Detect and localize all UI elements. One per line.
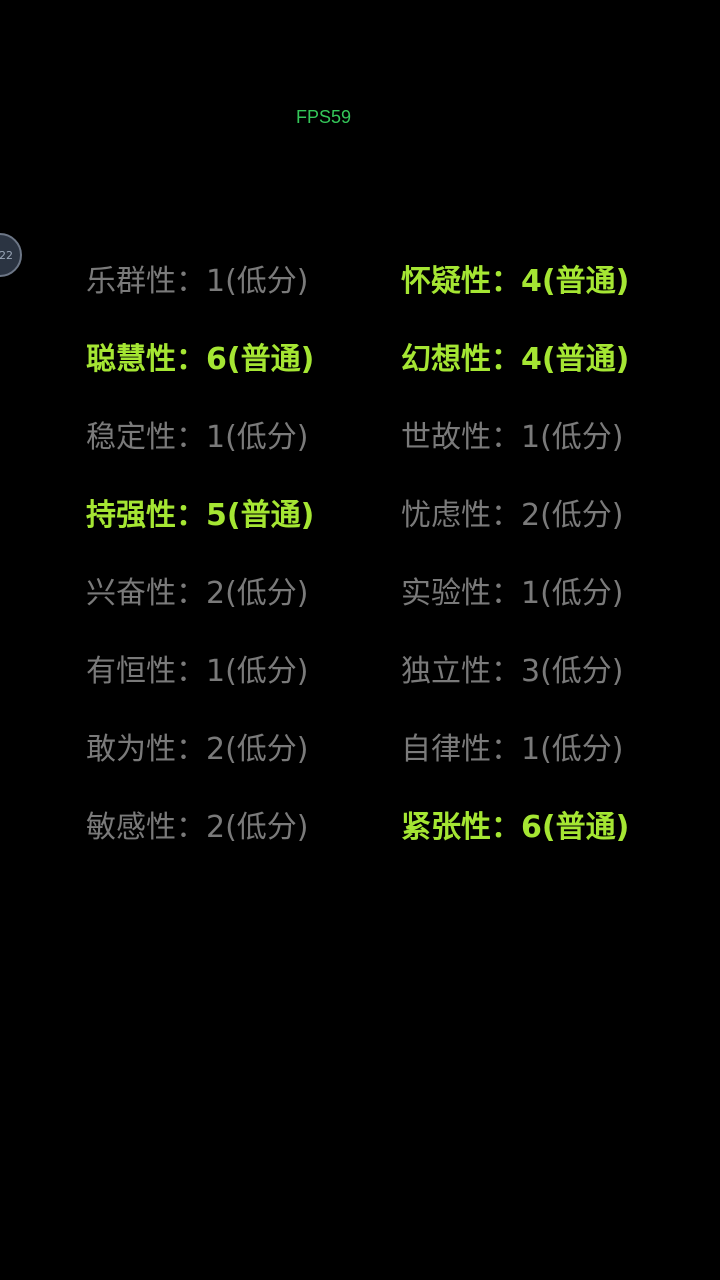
trait-item: 幻想性：4(普通) [401, 340, 629, 380]
trait-separator: ： [491, 342, 521, 377]
trait-score: 1(低分) [206, 654, 309, 689]
trait-name: 有恒性 [86, 654, 176, 689]
trait-score: 4(普通) [521, 264, 630, 299]
trait-separator: ： [491, 732, 521, 767]
trait-item: 有恒性：1(低分) [86, 652, 309, 692]
trait-name: 实验性 [401, 576, 491, 611]
trait-score: 2(低分) [521, 498, 624, 533]
trait-separator: ： [176, 732, 206, 767]
trait-separator: ： [491, 654, 521, 689]
trait-separator: ： [491, 498, 521, 533]
trait-item: 敏感性：2(低分) [86, 808, 309, 848]
fps-counter: FPS59 [296, 107, 352, 127]
trait-separator: ： [176, 810, 206, 845]
trait-item: 怀疑性：4(普通) [401, 262, 629, 302]
trait-score: 2(低分) [206, 576, 309, 611]
trait-score: 5(普通) [206, 498, 315, 533]
trait-separator: ： [176, 342, 206, 377]
trait-name: 忧虑性 [401, 498, 491, 533]
trait-separator: ： [176, 576, 206, 611]
trait-name: 聪慧性 [86, 342, 176, 377]
trait-score: 3(低分) [521, 654, 624, 689]
trait-score: 1(低分) [206, 420, 309, 455]
trait-item: 聪慧性：6(普通) [86, 340, 314, 380]
trait-separator: ： [491, 576, 521, 611]
trait-item: 独立性：3(低分) [401, 652, 624, 692]
trait-separator: ： [491, 420, 521, 455]
trait-name: 独立性 [401, 654, 491, 689]
floating-assist-button[interactable]: 22 [0, 233, 22, 277]
trait-separator: ： [491, 264, 521, 299]
trait-item: 世故性：1(低分) [401, 418, 624, 458]
trait-score: 1(低分) [521, 576, 624, 611]
trait-name: 紧张性 [401, 810, 491, 845]
trait-score: 1(低分) [521, 420, 624, 455]
trait-score: 2(低分) [206, 810, 309, 845]
trait-item: 敢为性：2(低分) [86, 730, 309, 770]
floating-button-label: 22 [0, 248, 13, 262]
trait-separator: ： [176, 420, 206, 455]
trait-item: 实验性：1(低分) [401, 574, 624, 614]
trait-item: 自律性：1(低分) [401, 730, 624, 770]
trait-name: 乐群性 [86, 264, 176, 299]
trait-name: 幻想性 [401, 342, 491, 377]
trait-item: 乐群性：1(低分) [86, 262, 309, 302]
trait-name: 敏感性 [86, 810, 176, 845]
trait-score: 4(普通) [521, 342, 630, 377]
trait-item: 紧张性：6(普通) [401, 808, 629, 848]
trait-separator: ： [176, 264, 206, 299]
trait-item: 忧虑性：2(低分) [401, 496, 624, 536]
trait-name: 稳定性 [86, 420, 176, 455]
trait-score: 1(低分) [521, 732, 624, 767]
trait-separator: ： [176, 498, 206, 533]
trait-score: 1(低分) [206, 264, 309, 299]
trait-item: 持强性：5(普通) [86, 496, 314, 536]
trait-score: 2(低分) [206, 732, 309, 767]
trait-name: 持强性 [86, 498, 176, 533]
trait-score: 6(普通) [206, 342, 315, 377]
trait-name: 自律性 [401, 732, 491, 767]
trait-name: 怀疑性 [401, 264, 491, 299]
trait-name: 世故性 [401, 420, 491, 455]
trait-item: 稳定性：1(低分) [86, 418, 309, 458]
trait-score: 6(普通) [521, 810, 630, 845]
trait-separator: ： [176, 654, 206, 689]
trait-name: 兴奋性 [86, 576, 176, 611]
trait-name: 敢为性 [86, 732, 176, 767]
trait-item: 兴奋性：2(低分) [86, 574, 309, 614]
trait-separator: ： [491, 810, 521, 845]
